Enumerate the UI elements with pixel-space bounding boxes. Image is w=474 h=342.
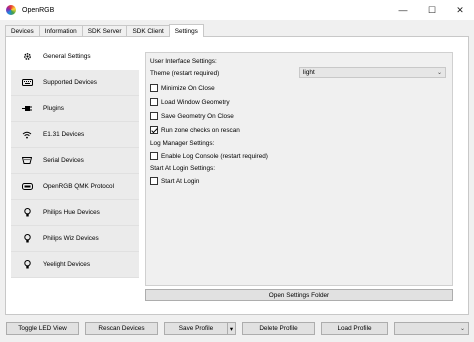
checkbox-box-checked[interactable] <box>150 126 158 134</box>
sidebar-item-label: Serial Devices <box>43 157 84 164</box>
plug-icon <box>17 105 37 112</box>
qmk-keyboard-icon <box>17 183 37 190</box>
checkbox-box[interactable] <box>150 84 158 92</box>
sidebar-item-serial-devices[interactable]: Serial Devices <box>11 148 139 174</box>
minimize-on-close-checkbox[interactable]: Minimize On Close <box>150 84 215 92</box>
theme-select[interactable]: light ⌄ <box>299 67 446 78</box>
sidebar-item-philips-wiz-devices[interactable]: Philips Wiz Devices <box>11 226 139 252</box>
ui-settings-header: User Interface Settings: <box>150 58 217 65</box>
sidebar-item-label: E1.31 Devices <box>43 131 85 138</box>
tab-settings[interactable]: Settings <box>168 24 204 37</box>
sidebar-item-label: Philips Hue Devices <box>43 209 100 216</box>
rescan-devices-button[interactable]: Rescan Devices <box>85 322 158 335</box>
wifi-icon <box>17 131 37 139</box>
sidebar-item-yeelight-devices[interactable]: Yeelight Devices <box>11 252 139 278</box>
save-geometry-on-close-checkbox[interactable]: Save Geometry On Close <box>150 112 234 120</box>
save-profile-button[interactable]: Save Profile <box>164 322 228 335</box>
maximize-icon: ☐ <box>427 4 437 15</box>
open-settings-folder-button[interactable]: Open Settings Folder <box>145 289 453 301</box>
theme-label: Theme (restart required) <box>150 70 220 77</box>
sidebar-item-e131-devices[interactable]: E1.31 Devices <box>11 122 139 148</box>
sidebar-item-label: Philips Wiz Devices <box>43 235 99 242</box>
save-profile-dropdown-button[interactable]: ▾ <box>227 322 236 335</box>
maximize-button[interactable]: ☐ <box>419 0 445 20</box>
sidebar-item-general-settings[interactable]: General Settings <box>11 44 139 70</box>
dropdown-arrow-icon: ▾ <box>229 325 234 333</box>
chevron-down-icon: ⌄ <box>436 70 442 76</box>
settings-sidebar: General Settings Supported Devices Plugi… <box>11 44 139 310</box>
minimize-icon: — <box>398 5 408 15</box>
sidebar-item-label: Yeelight Devices <box>43 261 91 268</box>
checkbox-box[interactable] <box>150 112 158 120</box>
minimize-button[interactable]: — <box>390 0 416 20</box>
checkbox-box[interactable] <box>150 152 158 160</box>
load-profile-button[interactable]: Load Profile <box>321 322 388 335</box>
sidebar-item-plugins[interactable]: Plugins <box>11 96 139 122</box>
sidebar-item-supported-devices[interactable]: Supported Devices <box>11 70 139 96</box>
serial-port-icon <box>17 157 37 164</box>
sidebar-item-label: Plugins <box>43 105 64 112</box>
title-bar: OpenRGB — ☐ ✕ <box>0 0 474 20</box>
checkbox-box[interactable] <box>150 177 158 185</box>
enable-log-console-checkbox[interactable]: Enable Log Console (restart required) <box>150 152 268 160</box>
sidebar-item-openrgb-qmk-protocol[interactable]: OpenRGB QMK Protocol <box>11 174 139 200</box>
chevron-down-icon: ⌄ <box>459 326 465 332</box>
checkbox-box[interactable] <box>150 98 158 106</box>
load-window-geometry-checkbox[interactable]: Load Window Geometry <box>150 98 230 106</box>
keyboard-icon <box>17 79 37 86</box>
start-at-login-checkbox[interactable]: Start At Login <box>150 177 199 185</box>
lightbulb-icon <box>17 208 37 217</box>
close-button[interactable]: ✕ <box>447 0 473 20</box>
lightbulb-icon <box>17 260 37 269</box>
close-icon: ✕ <box>456 4 464 15</box>
start-at-login-header: Start At Login Settings: <box>150 165 216 172</box>
gear-icon <box>17 52 37 61</box>
delete-profile-button[interactable]: Delete Profile <box>242 322 315 335</box>
theme-select-value: light <box>303 69 315 76</box>
sidebar-item-label: OpenRGB QMK Protocol <box>43 183 115 190</box>
sidebar-item-philips-hue-devices[interactable]: Philips Hue Devices <box>11 200 139 226</box>
lightbulb-icon <box>17 234 37 243</box>
profile-select[interactable]: ⌄ <box>394 322 469 335</box>
sidebar-item-label: Supported Devices <box>43 79 97 86</box>
window-title: OpenRGB <box>22 6 55 14</box>
openrgb-logo-icon <box>6 5 16 15</box>
log-settings-header: Log Manager Settings: <box>150 140 215 147</box>
run-zone-checks-checkbox[interactable]: Run zone checks on rescan <box>150 126 240 134</box>
sidebar-item-label: General Settings <box>43 53 91 60</box>
toggle-led-view-button[interactable]: Toggle LED View <box>6 322 79 335</box>
